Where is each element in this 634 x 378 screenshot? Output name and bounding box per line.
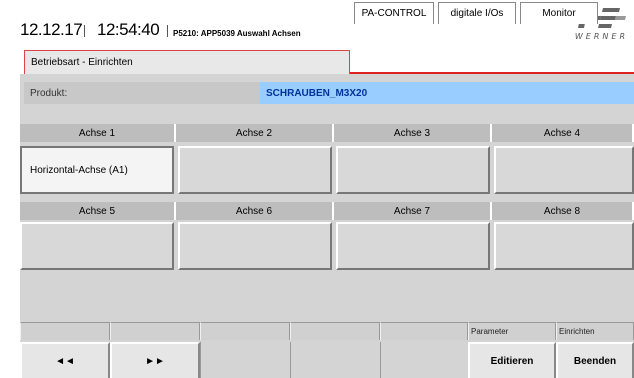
einrichten-header: Einrichten bbox=[556, 322, 634, 340]
header-separator bbox=[84, 25, 85, 37]
edit-parameter-button[interactable]: Editieren bbox=[468, 342, 556, 378]
axis-4-header: Achse 4 bbox=[492, 124, 634, 142]
logo-text: WERNER bbox=[574, 32, 628, 41]
prev-page-button[interactable]: ◄◄ bbox=[20, 342, 110, 378]
product-label: Produkt: bbox=[24, 82, 260, 104]
axis-8-button[interactable] bbox=[494, 222, 634, 270]
parameter-header: Parameter bbox=[468, 322, 556, 340]
softkey-header bbox=[200, 322, 290, 340]
end-setup-button[interactable]: Beenden bbox=[556, 342, 634, 378]
axis-2-button[interactable] bbox=[178, 146, 332, 194]
time-display: 12:54:40 bbox=[97, 20, 160, 39]
tab-pa-control[interactable]: PA-CONTROL bbox=[354, 2, 434, 24]
softkey-empty bbox=[380, 342, 468, 378]
softkey-empty bbox=[290, 342, 380, 378]
axis-6-button[interactable] bbox=[178, 222, 332, 270]
axis-3-header: Achse 3 bbox=[334, 124, 492, 142]
axis-4-button[interactable] bbox=[494, 146, 634, 194]
tab-digitale-ios[interactable]: digitale I/Os bbox=[438, 2, 516, 24]
axis-1-header: Achse 1 bbox=[20, 124, 176, 142]
softkey-header bbox=[110, 322, 200, 340]
softkey-empty bbox=[200, 342, 290, 378]
axis-8-header: Achse 8 bbox=[492, 202, 634, 220]
axis-1-button[interactable]: Horizontal-Achse (A1) bbox=[20, 146, 174, 194]
softkey-header bbox=[380, 322, 468, 340]
date-display: 12.12.17 bbox=[20, 20, 83, 39]
axis-2-header: Achse 2 bbox=[176, 124, 334, 142]
axis-6-header: Achse 6 bbox=[176, 202, 334, 220]
tab-betriebsart[interactable]: Betriebsart - Einrichten bbox=[24, 50, 350, 74]
product-value: SCHRAUBEN_M3X20 bbox=[260, 82, 634, 104]
axis-5-button[interactable] bbox=[20, 222, 174, 270]
axis-7-header: Achse 7 bbox=[334, 202, 492, 220]
axis-3-button[interactable] bbox=[336, 146, 490, 194]
axis-7-button[interactable] bbox=[336, 222, 490, 270]
softkey-header bbox=[20, 322, 110, 340]
axis-5-header: Achse 5 bbox=[20, 202, 176, 220]
tab-monitor[interactable]: Monitor bbox=[520, 2, 598, 24]
softkey-header bbox=[290, 322, 380, 340]
next-page-button[interactable]: ►► bbox=[110, 342, 200, 378]
header-separator bbox=[167, 25, 168, 37]
screen-title: P5210: APP5039 Auswahl Achsen bbox=[173, 29, 301, 38]
